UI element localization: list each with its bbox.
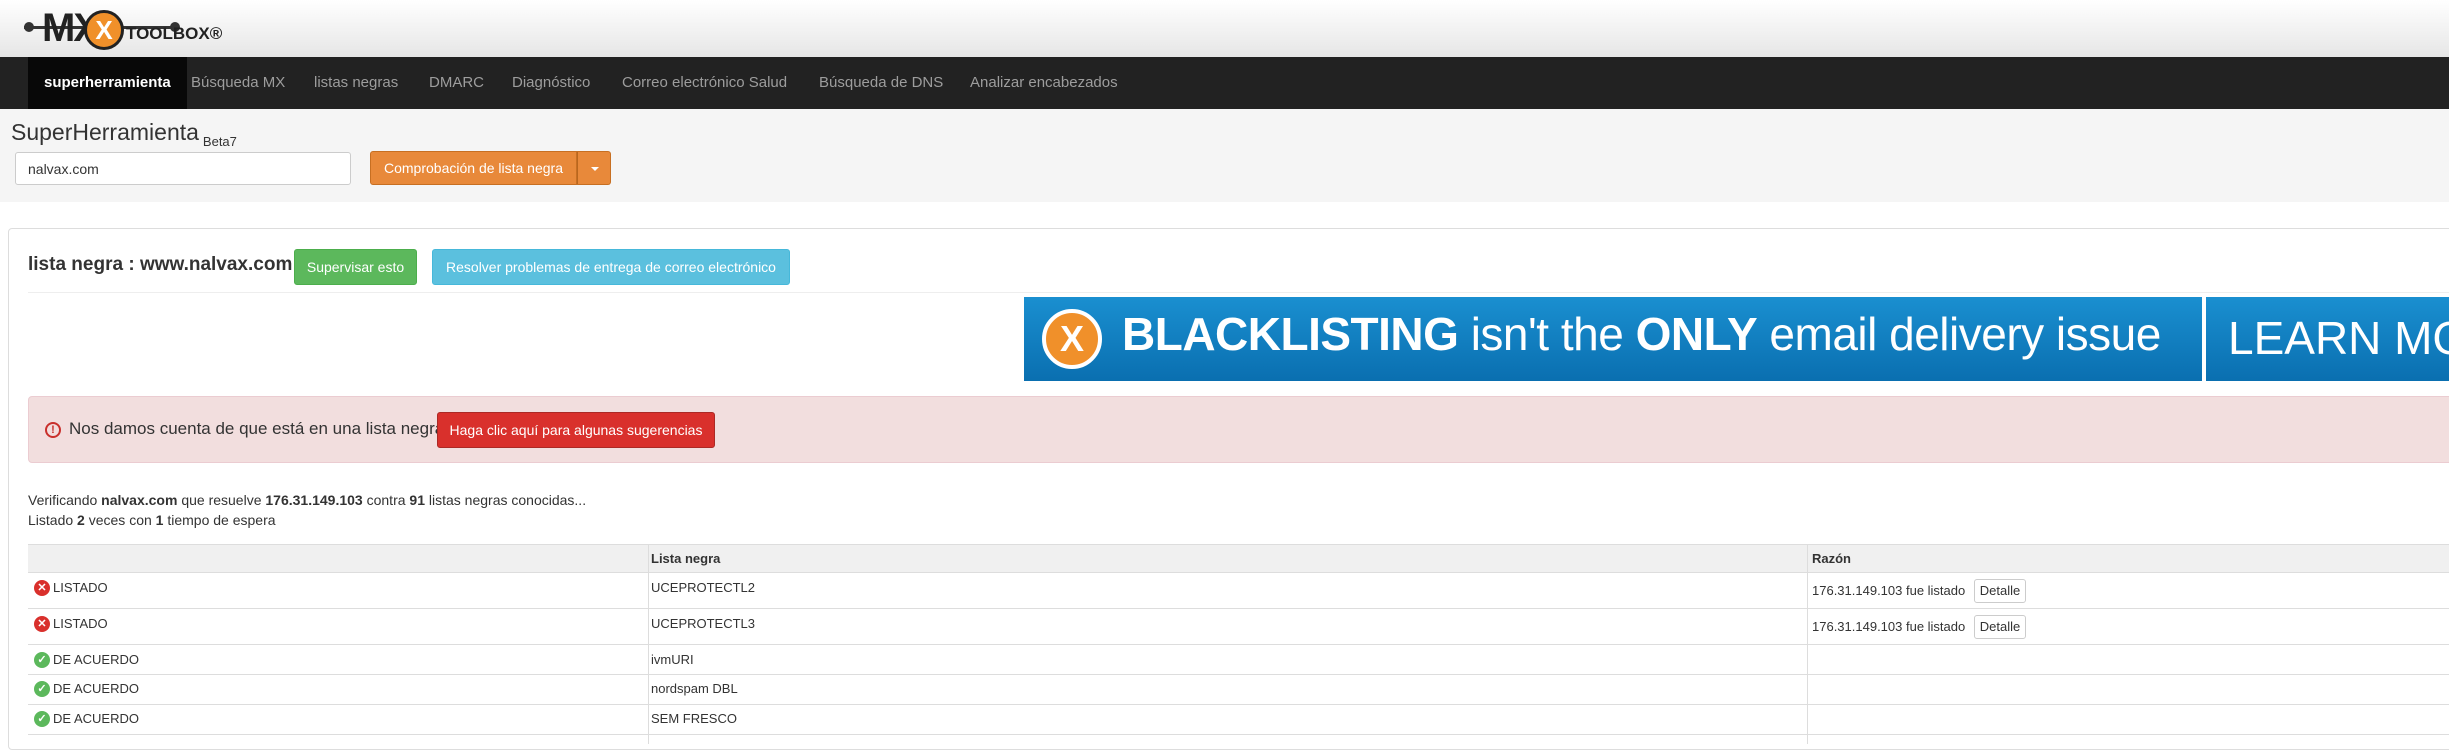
domain-search-input[interactable]: [15, 152, 351, 185]
summary-text: Listado: [28, 512, 74, 528]
result-title-domain: www.nalvax.com: [139, 254, 293, 275]
monitor-button[interactable]: Supervisar esto: [294, 249, 417, 285]
top-header: MX X TOOLBOX®: [0, 0, 2449, 57]
verification-info: Verificando nalvax.com que resuelve 176.…: [28, 492, 586, 508]
alert-text: Nos damos cuenta de que está en una list…: [69, 419, 449, 438]
banner-bold-blacklisting: BLACKLISTING: [1122, 308, 1459, 360]
info-text: listas negras conocidas...: [428, 492, 587, 508]
listing-summary: Listado 2 veces con 1 tiempo de espera: [28, 512, 276, 528]
summary-text: veces con: [88, 512, 152, 528]
row-blacklist[interactable]: nordspam DBL: [651, 681, 738, 696]
supertool-title-text: SuperHerramienta: [11, 119, 199, 145]
row-blacklist[interactable]: UCEPROTECTL3: [651, 616, 755, 631]
info-ip: 176.31.149.103: [265, 492, 363, 508]
logo-x-icon: X: [84, 10, 124, 50]
info-text: Verificando: [28, 492, 98, 508]
detail-button[interactable]: Detalle: [1974, 615, 2026, 639]
logo-dot-left: [24, 22, 34, 32]
blacklisting-ad-banner[interactable]: X BLACKLISTING isn't the ONLY email deli…: [1024, 297, 2449, 381]
nav-dmarc[interactable]: DMARC: [429, 57, 484, 109]
caret-down-icon: [591, 167, 599, 171]
x-circle-icon: ✕: [34, 616, 50, 632]
check-circle-icon: ✓: [34, 681, 50, 697]
info-text: que resuelve: [181, 492, 262, 508]
table-row: [28, 573, 2449, 609]
banner-text-rest: email delivery issue: [1769, 308, 2161, 360]
result-title-prefix: lista negra :: [28, 254, 135, 275]
detail-button[interactable]: Detalle: [1974, 579, 2026, 603]
banner-separator: [2202, 297, 2206, 381]
nav-listas-negras[interactable]: listas negras: [314, 57, 398, 109]
row-status: DE ACUERDO: [53, 681, 139, 696]
table-row: [28, 705, 2449, 735]
banner-text: BLACKLISTING isn't the ONLY email delive…: [1122, 307, 2161, 361]
row-blacklist[interactable]: SEM FRESCO: [651, 711, 737, 726]
row-status: DE ACUERDO: [53, 652, 139, 667]
banner-text-mid: isn't the: [1470, 308, 1624, 360]
row-blacklist[interactable]: UCEPROTECTL2: [651, 580, 755, 595]
main-navbar: superherramienta Búsqueda MX listas negr…: [0, 57, 2449, 109]
summary-timeout-count: 1: [155, 512, 164, 528]
banner-x-icon: X: [1042, 309, 1102, 369]
divider: [28, 292, 2449, 293]
blacklist-check-button[interactable]: Comprobación de lista negra: [370, 151, 577, 185]
nav-correo-salud[interactable]: Correo electrónico Salud: [622, 57, 787, 109]
x-circle-icon: ✕: [34, 580, 50, 596]
summary-listed-count: 2: [77, 512, 85, 528]
banner-bold-only: ONLY: [1635, 308, 1758, 360]
row-status: DE ACUERDO: [53, 711, 139, 726]
row-reason: 176.31.149.103 fue listado: [1812, 583, 1966, 598]
row-blacklist[interactable]: ivmURI: [651, 652, 694, 667]
supertool-beta: Beta7: [202, 134, 237, 149]
nav-busqueda-mx[interactable]: Búsqueda MX: [191, 57, 285, 109]
blacklist-alert: ! Nos damos cuenta de que está en una li…: [28, 396, 2449, 463]
check-circle-icon: ✓: [34, 652, 50, 668]
result-title: lista negra : www.nalvax.com: [28, 254, 292, 276]
table-row: [28, 675, 2449, 705]
logo-toolbox: TOOLBOX®: [126, 24, 223, 43]
info-text: contra: [366, 492, 406, 508]
check-dropdown-button[interactable]: [577, 151, 611, 185]
info-list-count: 91: [409, 492, 425, 508]
row-status: LISTADO: [53, 580, 108, 595]
table-row: [28, 609, 2449, 645]
nav-busqueda-dns[interactable]: Búsqueda de DNS: [819, 57, 943, 109]
row-reason: 176.31.149.103 fue listado: [1812, 619, 1966, 634]
nav-diagnostico[interactable]: Diagnóstico: [512, 57, 590, 109]
info-domain: nalvax.com: [101, 492, 178, 508]
nav-superherramienta[interactable]: superherramienta: [28, 57, 187, 109]
th-reason: Razón: [1812, 551, 1851, 566]
supertool-title: SuperHerramienta Beta7: [11, 119, 237, 149]
suggestions-button[interactable]: Haga clic aquí para algunas sugerencias: [437, 412, 715, 448]
row-status: LISTADO: [53, 616, 108, 631]
nav-analizar-encabezados[interactable]: Analizar encabezados: [970, 57, 1118, 109]
exclamation-circle-icon: !: [45, 422, 61, 438]
th-blacklist: Lista negra: [651, 551, 721, 566]
mxtoolbox-logo[interactable]: MX X TOOLBOX®: [24, 6, 222, 50]
summary-text: tiempo de espera: [167, 512, 276, 528]
resolve-delivery-button[interactable]: Resolver problemas de entrega de correo …: [432, 249, 790, 285]
supertool-area: SuperHerramientaBeta7 Comprobación de li…: [0, 109, 2449, 202]
table-row: [28, 645, 2449, 675]
check-circle-icon: ✓: [34, 711, 50, 727]
banner-learn-more[interactable]: LEARN MORE: [2228, 311, 2449, 365]
results-table-header: Lista negra Razón: [28, 544, 2449, 573]
